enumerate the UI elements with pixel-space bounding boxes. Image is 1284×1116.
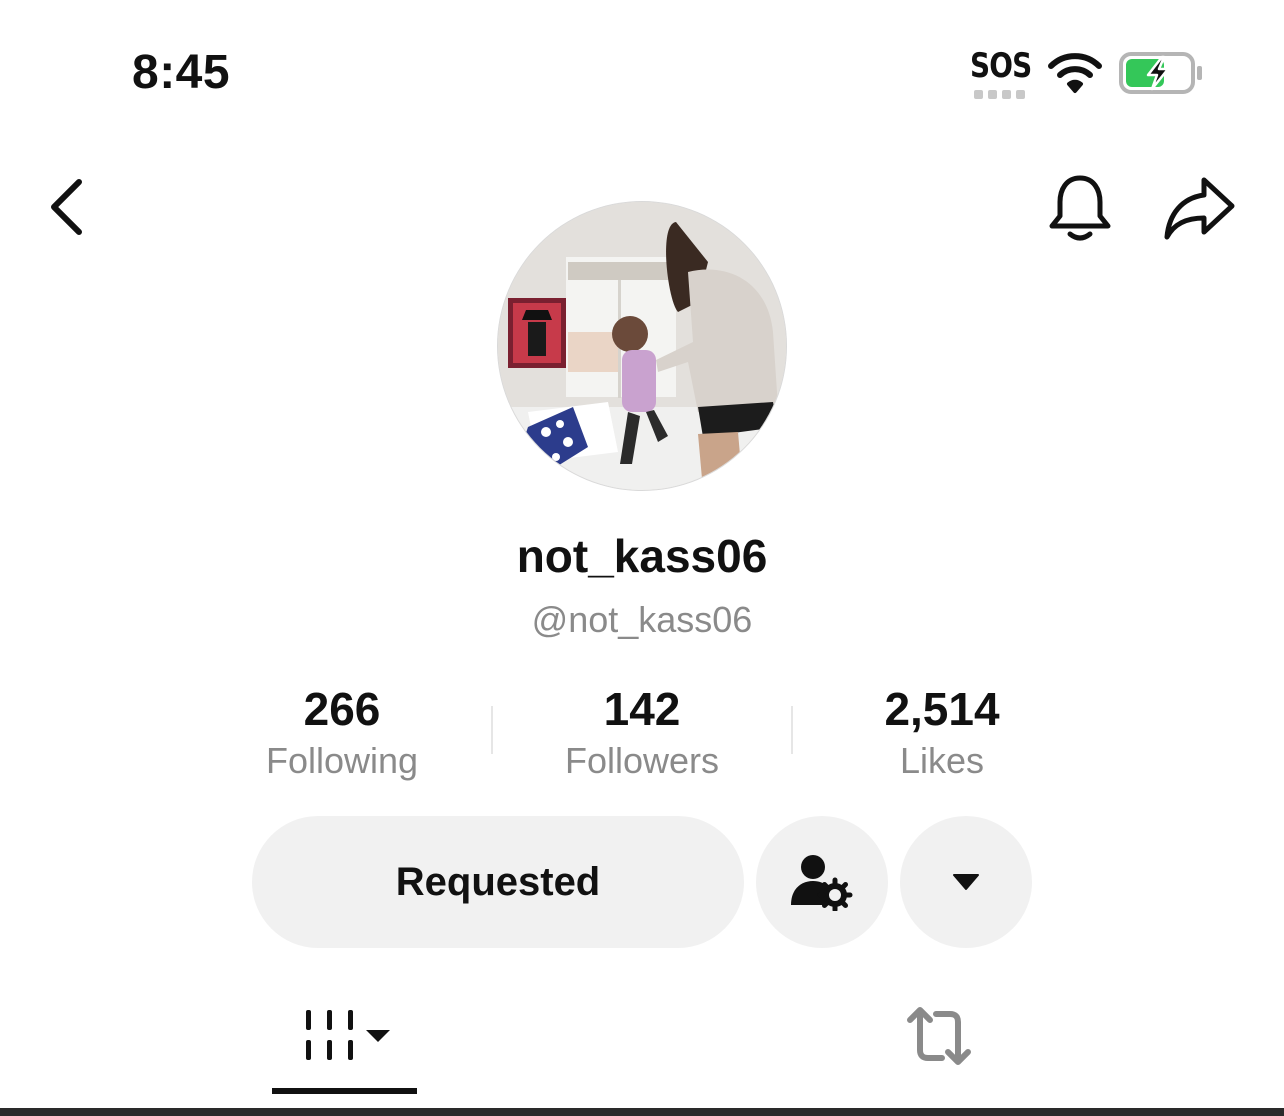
sos-label: SOS (970, 46, 1032, 86)
caret-down-icon (953, 874, 979, 890)
signal-dots (974, 90, 1025, 99)
display-name: not_kass06 (516, 530, 768, 582)
tab-reposts[interactable] (880, 990, 1000, 1096)
username-handle: @not_kass06 (531, 599, 753, 640)
active-tab-indicator (272, 1088, 417, 1094)
likes-count: 2,514 (884, 683, 1000, 735)
likes-label: Likes (899, 740, 985, 781)
stat-likes[interactable]: 2,514 Likes (792, 682, 1092, 786)
sos-indicator: SOS (966, 46, 1036, 102)
avatar-photo (498, 202, 786, 490)
friend-settings-button[interactable] (756, 816, 888, 948)
stat-following[interactable]: 266 Following (192, 682, 492, 786)
battery-charging-icon (1119, 52, 1202, 94)
requested-button[interactable]: Requested (252, 816, 744, 948)
tab-videos[interactable] (272, 990, 417, 1096)
bottom-divider (0, 1108, 1284, 1116)
avatar[interactable] (498, 202, 786, 490)
following-label: Following (265, 740, 419, 781)
wifi-icon (1048, 53, 1102, 93)
more-options-button[interactable] (900, 816, 1032, 948)
stat-followers[interactable]: 142 Followers (492, 682, 792, 786)
following-count: 266 (303, 683, 381, 735)
grid-menu-icon (306, 1010, 390, 1060)
followers-count: 142 (603, 683, 681, 735)
back-chevron-icon[interactable] (44, 176, 88, 238)
repost-icon (907, 1007, 971, 1065)
followers-label: Followers (564, 740, 720, 781)
status-time: 8:45 (132, 46, 231, 99)
person-gear-icon (791, 855, 853, 911)
share-arrow-icon[interactable] (1162, 174, 1238, 244)
bell-icon[interactable] (1046, 172, 1114, 244)
